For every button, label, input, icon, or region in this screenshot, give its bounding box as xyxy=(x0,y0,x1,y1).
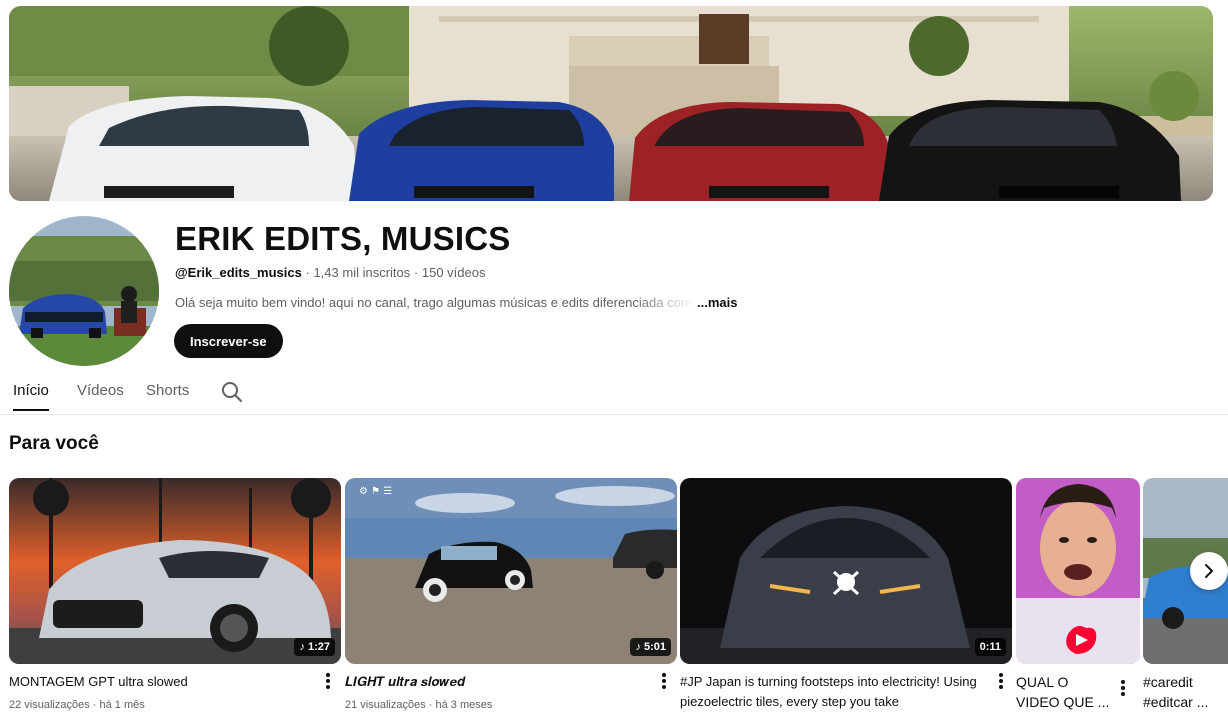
video-thumbnail[interactable]: ⚙ ⚑ ☰ ♪ 5:01 xyxy=(345,478,677,664)
tab-home[interactable]: Início xyxy=(13,382,49,411)
video-title[interactable]: 𝑳𝑰𝑮𝑯𝑻 𝒖𝒍𝒕𝒓𝒂 𝒔𝒍𝒐𝒘𝒆𝒅 xyxy=(345,672,645,692)
video-duration: 0:11 xyxy=(974,638,1006,656)
meta-separator: · xyxy=(413,265,419,280)
short-card[interactable]: #caredit #editcar ... xyxy=(1143,478,1228,722)
view-count: 22 visualizações xyxy=(9,699,90,711)
avatar-image xyxy=(9,216,159,366)
channel-meta: @Erik_edits_musics · 1,43 mil inscritos … xyxy=(175,265,485,280)
chevron-right-icon xyxy=(1205,564,1213,578)
upload-age: há 1 mês xyxy=(99,699,145,711)
channel-handle[interactable]: @Erik_edits_musics xyxy=(175,265,302,280)
upload-age: há 3 meses xyxy=(435,699,493,711)
section-title: Para você xyxy=(9,433,99,454)
short-title[interactable]: QUAL O VIDEO QUE ... xyxy=(1016,672,1112,712)
subscriber-count: 1,43 mil inscritos xyxy=(313,265,411,280)
more-options-icon[interactable] xyxy=(996,671,1006,691)
tab-shorts[interactable]: Shorts xyxy=(146,382,189,399)
video-count: 150 vídeos xyxy=(421,265,486,280)
video-meta: 22 visualizações · há 1 mês xyxy=(9,699,145,711)
channel-banner xyxy=(9,6,1213,201)
search-icon[interactable] xyxy=(221,381,243,403)
banner-image xyxy=(9,6,1213,201)
video-duration: ♪ 1:27 xyxy=(294,638,335,656)
video-duration: ♪ 5:01 xyxy=(630,638,671,656)
thumbnail-image: ⚙ ⚑ ☰ xyxy=(345,478,677,664)
duration-text: 5:01 xyxy=(643,641,666,653)
more-options-icon[interactable] xyxy=(323,671,333,691)
meta-separator: · xyxy=(305,265,310,280)
more-options-icon[interactable] xyxy=(659,671,669,691)
channel-tabs: Início Vídeos Shorts xyxy=(0,372,1228,415)
thumbnail-image xyxy=(1016,478,1140,664)
duration-text: 0:11 xyxy=(979,641,1001,653)
view-count: 21 visualizações xyxy=(345,699,426,711)
video-card[interactable]: ⚙ ⚑ ☰ ♪ 5:01 𝑳𝑰𝑮𝑯𝑻 𝒖𝒍𝒕𝒓𝒂 𝒔𝒍𝒐𝒘𝒆𝒅 21 visua… xyxy=(345,478,677,711)
tab-videos[interactable]: Vídeos xyxy=(77,382,124,399)
more-link[interactable]: ...mais xyxy=(697,295,737,310)
more-options-icon[interactable] xyxy=(1118,678,1128,698)
description-text: Olá seja muito bem vindo! aqui no canal,… xyxy=(175,295,692,310)
duration-text: 1:27 xyxy=(307,641,330,653)
thumbnail-image xyxy=(9,478,341,664)
channel-description[interactable]: Olá seja muito bem vindo! aqui no canal,… xyxy=(175,295,737,310)
thumbnail-image xyxy=(680,478,1012,664)
subscribe-button[interactable]: Inscrever-se xyxy=(174,324,283,358)
short-title-line: QUAL O xyxy=(1016,674,1069,690)
short-card[interactable]: QUAL O VIDEO QUE ... xyxy=(1016,478,1140,710)
video-meta: 21 visualizações · há 3 meses xyxy=(345,699,493,711)
video-card[interactable]: ♪ 1:27 MONTAGEM GPT ultra slowed 22 visu… xyxy=(9,478,341,711)
video-title-line: piezoelectric tiles, every step you take xyxy=(680,694,899,709)
svg-text:⚙ ⚑ ☰: ⚙ ⚑ ☰ xyxy=(359,486,392,497)
video-title[interactable]: MONTAGEM GPT ultra slowed xyxy=(9,672,309,692)
short-title-line: VIDEO QUE ... xyxy=(1016,694,1110,710)
video-card[interactable]: 0:11 #JP Japan is turning footsteps into… xyxy=(680,478,1012,709)
video-title-line: #JP Japan is turning footsteps into elec… xyxy=(680,674,977,689)
short-title-line: #caredit xyxy=(1143,674,1193,690)
channel-name: ERIK EDITS, MUSICS xyxy=(175,220,511,257)
short-thumbnail[interactable] xyxy=(1016,478,1140,664)
music-note-icon: ♪ xyxy=(299,641,305,653)
music-note-icon: ♪ xyxy=(635,641,641,653)
channel-avatar[interactable] xyxy=(9,216,159,366)
video-thumbnail[interactable]: ♪ 1:27 xyxy=(9,478,341,664)
video-title[interactable]: #JP Japan is turning footsteps into elec… xyxy=(680,672,990,712)
carousel-next-button[interactable] xyxy=(1190,552,1228,590)
short-title-line: #editcar ... xyxy=(1143,694,1209,710)
short-title[interactable]: #caredit #editcar ... xyxy=(1143,672,1228,712)
video-thumbnail[interactable]: 0:11 xyxy=(680,478,1012,664)
